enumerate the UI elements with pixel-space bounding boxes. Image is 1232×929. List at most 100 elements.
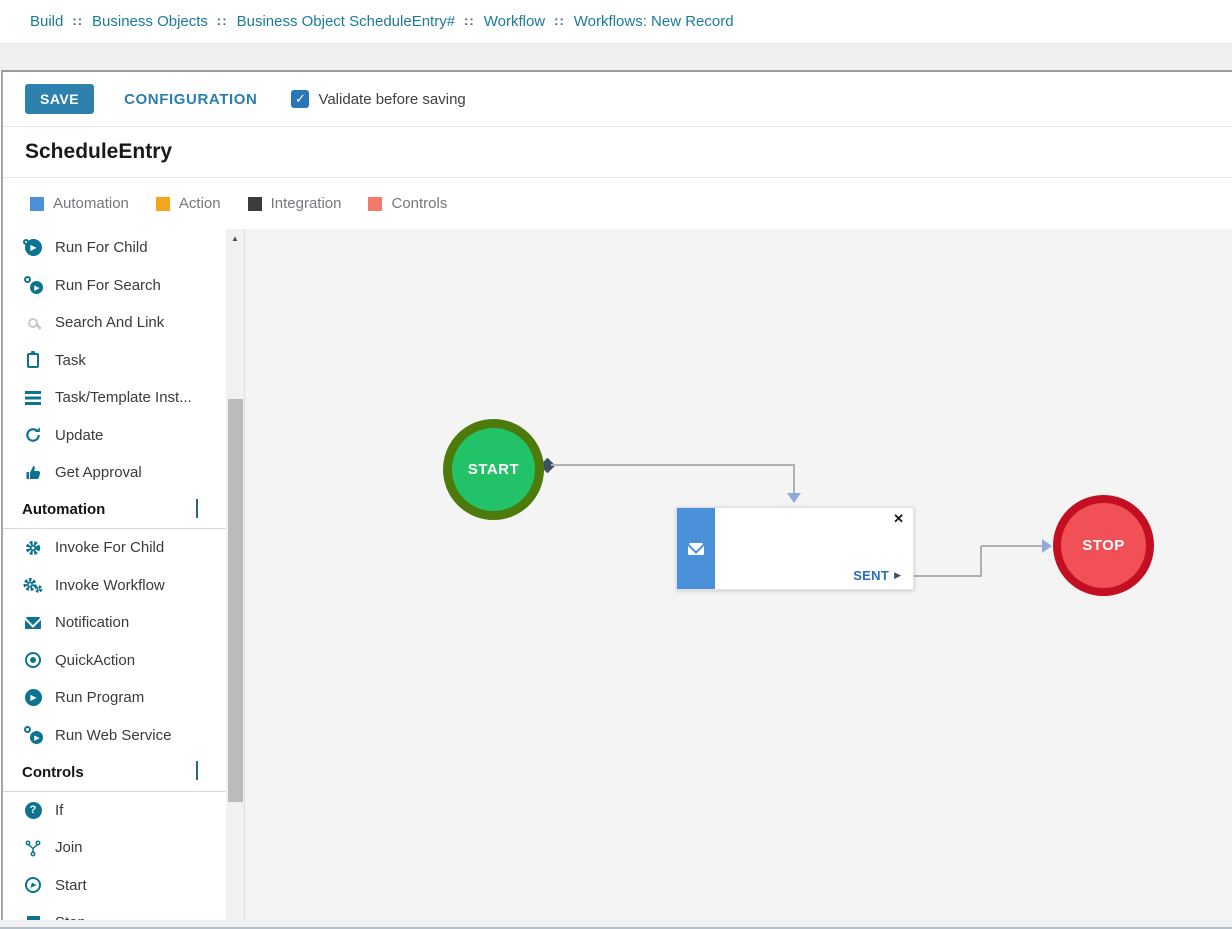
palette-item-label: Run For Search: [55, 277, 161, 294]
legend-label: Integration: [271, 195, 342, 212]
palette-section-controls[interactable]: Controls: [3, 754, 226, 792]
check-icon: ✓: [295, 91, 306, 107]
legend-swatch: [248, 197, 262, 211]
connector-arrow-down-icon: [787, 493, 801, 503]
legend-swatch: [368, 197, 382, 211]
title-row: ScheduleEntry: [3, 127, 1232, 178]
sidebar-scrollbar[interactable]: ▲: [226, 229, 244, 920]
palette-item-if[interactable]: ? If: [3, 792, 226, 830]
palette-item-label: Join: [55, 839, 83, 856]
legend-label: Automation: [53, 195, 129, 212]
chevron-up-icon: [196, 763, 198, 781]
palette-item-label: Task/Template Inst...: [55, 389, 192, 406]
join-icon: [22, 838, 44, 858]
main-panel: SAVE CONFIGURATION ✓ Validate before sav…: [1, 70, 1232, 920]
if-icon: ?: [22, 800, 44, 820]
sent-port[interactable]: SENT ▶: [853, 568, 901, 583]
palette-item-label: If: [55, 802, 63, 819]
footer-strip: [0, 920, 1232, 929]
run-web-service-icon: ▶: [22, 725, 44, 745]
palette-item-get-approval[interactable]: Get Approval: [3, 454, 226, 492]
scroll-up-button[interactable]: ▲: [226, 229, 244, 248]
palette-item-update[interactable]: Update: [3, 417, 226, 455]
connector-line: [981, 545, 1043, 547]
legend-swatch: [30, 197, 44, 211]
sent-port-label: SENT: [853, 568, 889, 583]
breadcrumb-item[interactable]: Business Object ScheduleEntry#: [237, 13, 455, 30]
task-icon: [22, 350, 44, 370]
palette-item-run-for-child[interactable]: ▶ Run For Child: [3, 229, 226, 267]
run-program-icon: ▶: [22, 688, 44, 708]
search-and-link-icon: [22, 313, 44, 333]
stop-node[interactable]: STOP: [1053, 495, 1154, 596]
palette-item-quickaction[interactable]: QuickAction: [3, 642, 226, 680]
validate-option: ✓ Validate before saving: [291, 90, 465, 108]
close-icon[interactable]: ✕: [893, 511, 904, 527]
palette-item-invoke-workflow[interactable]: Invoke Workflow: [3, 567, 226, 605]
envelope-icon: [688, 543, 704, 555]
legend-label: Action: [179, 195, 221, 212]
palette-item-task-template-inst[interactable]: Task/Template Inst...: [3, 379, 226, 417]
configuration-link[interactable]: CONFIGURATION: [124, 91, 257, 108]
breadcrumb-separator: ::: [464, 13, 475, 28]
legend-swatch: [156, 197, 170, 211]
validate-checkbox[interactable]: ✓: [291, 90, 309, 108]
palette-item-invoke-for-child[interactable]: Invoke For Child: [3, 529, 226, 567]
sidebar-scrollbar-thumb[interactable]: [228, 399, 243, 802]
validate-label: Validate before saving: [318, 91, 465, 108]
palette-item-label: Invoke For Child: [55, 539, 164, 556]
palette-item-stop[interactable]: Stop: [3, 904, 226, 920]
palette-item-label: Start: [55, 877, 87, 894]
play-right-icon: ▶: [894, 570, 901, 581]
start-icon: ▶: [22, 875, 44, 895]
notification-node[interactable]: ✕ SENT ▶: [676, 507, 914, 590]
invoke-for-child-icon: [22, 538, 44, 558]
breadcrumb-separator: ::: [554, 13, 565, 28]
breadcrumb-item[interactable]: Workflows: New Record: [574, 13, 734, 30]
palette-item-search-and-link[interactable]: Search And Link: [3, 304, 226, 342]
run-for-search-icon: ▶: [22, 275, 44, 295]
notification-icon: [22, 613, 44, 633]
palette-item-label: Notification: [55, 614, 129, 631]
legend-item: Action: [156, 195, 221, 212]
legend-label: Controls: [391, 195, 447, 212]
notification-strip: [677, 508, 715, 589]
breadcrumb-item[interactable]: Build: [30, 13, 63, 30]
quickaction-icon: [22, 650, 44, 670]
palette-item-task[interactable]: Task: [3, 342, 226, 380]
palette-item-label: Run For Child: [55, 239, 148, 256]
workflow-canvas[interactable]: START ✕ SENT ▶ STOP: [244, 229, 1232, 920]
palette-item-label: Task: [55, 352, 86, 369]
palette-item-join[interactable]: Join: [3, 829, 226, 867]
breadcrumb-item[interactable]: Workflow: [484, 13, 545, 30]
step-palette: ▶ Run For Child ▶ Run For Search Search And …: [3, 229, 226, 920]
stop-icon: [22, 913, 44, 920]
palette-item-label: Run Program: [55, 689, 144, 706]
chevron-up-icon: [196, 501, 198, 519]
connector-line: [914, 575, 982, 577]
palette-item-label: QuickAction: [55, 652, 135, 669]
palette-item-notification[interactable]: Notification: [3, 604, 226, 642]
palette-item-label: Invoke Workflow: [55, 577, 165, 594]
palette-section-automation[interactable]: Automation: [3, 492, 226, 530]
connector-line: [793, 464, 795, 495]
run-for-child-icon: ▶: [22, 238, 44, 258]
breadcrumb: Build::Business Objects::Business Object…: [0, 0, 1232, 44]
get-approval-icon: [22, 463, 44, 483]
palette-item-run-for-search[interactable]: ▶ Run For Search: [3, 267, 226, 305]
breadcrumb-item[interactable]: Business Objects: [92, 13, 208, 30]
save-button[interactable]: SAVE: [25, 84, 94, 114]
legend-item: Controls: [368, 195, 447, 212]
connector-line: [980, 546, 982, 577]
page-title: ScheduleEntry: [25, 140, 172, 164]
palette-item-run-program[interactable]: ▶ Run Program: [3, 679, 226, 717]
palette-item-label: Run Web Service: [55, 727, 171, 744]
section-label: Automation: [22, 501, 105, 518]
palette-item-label: Get Approval: [55, 464, 142, 481]
palette-item-run-web-service[interactable]: ▶ Run Web Service: [3, 717, 226, 755]
content-area: ▶ Run For Child ▶ Run For Search Search And …: [3, 229, 1232, 920]
start-node[interactable]: START: [443, 419, 544, 520]
palette-item-start[interactable]: ▶ Start: [3, 867, 226, 905]
connector-line: [551, 464, 795, 466]
legend-item: Automation: [30, 195, 129, 212]
